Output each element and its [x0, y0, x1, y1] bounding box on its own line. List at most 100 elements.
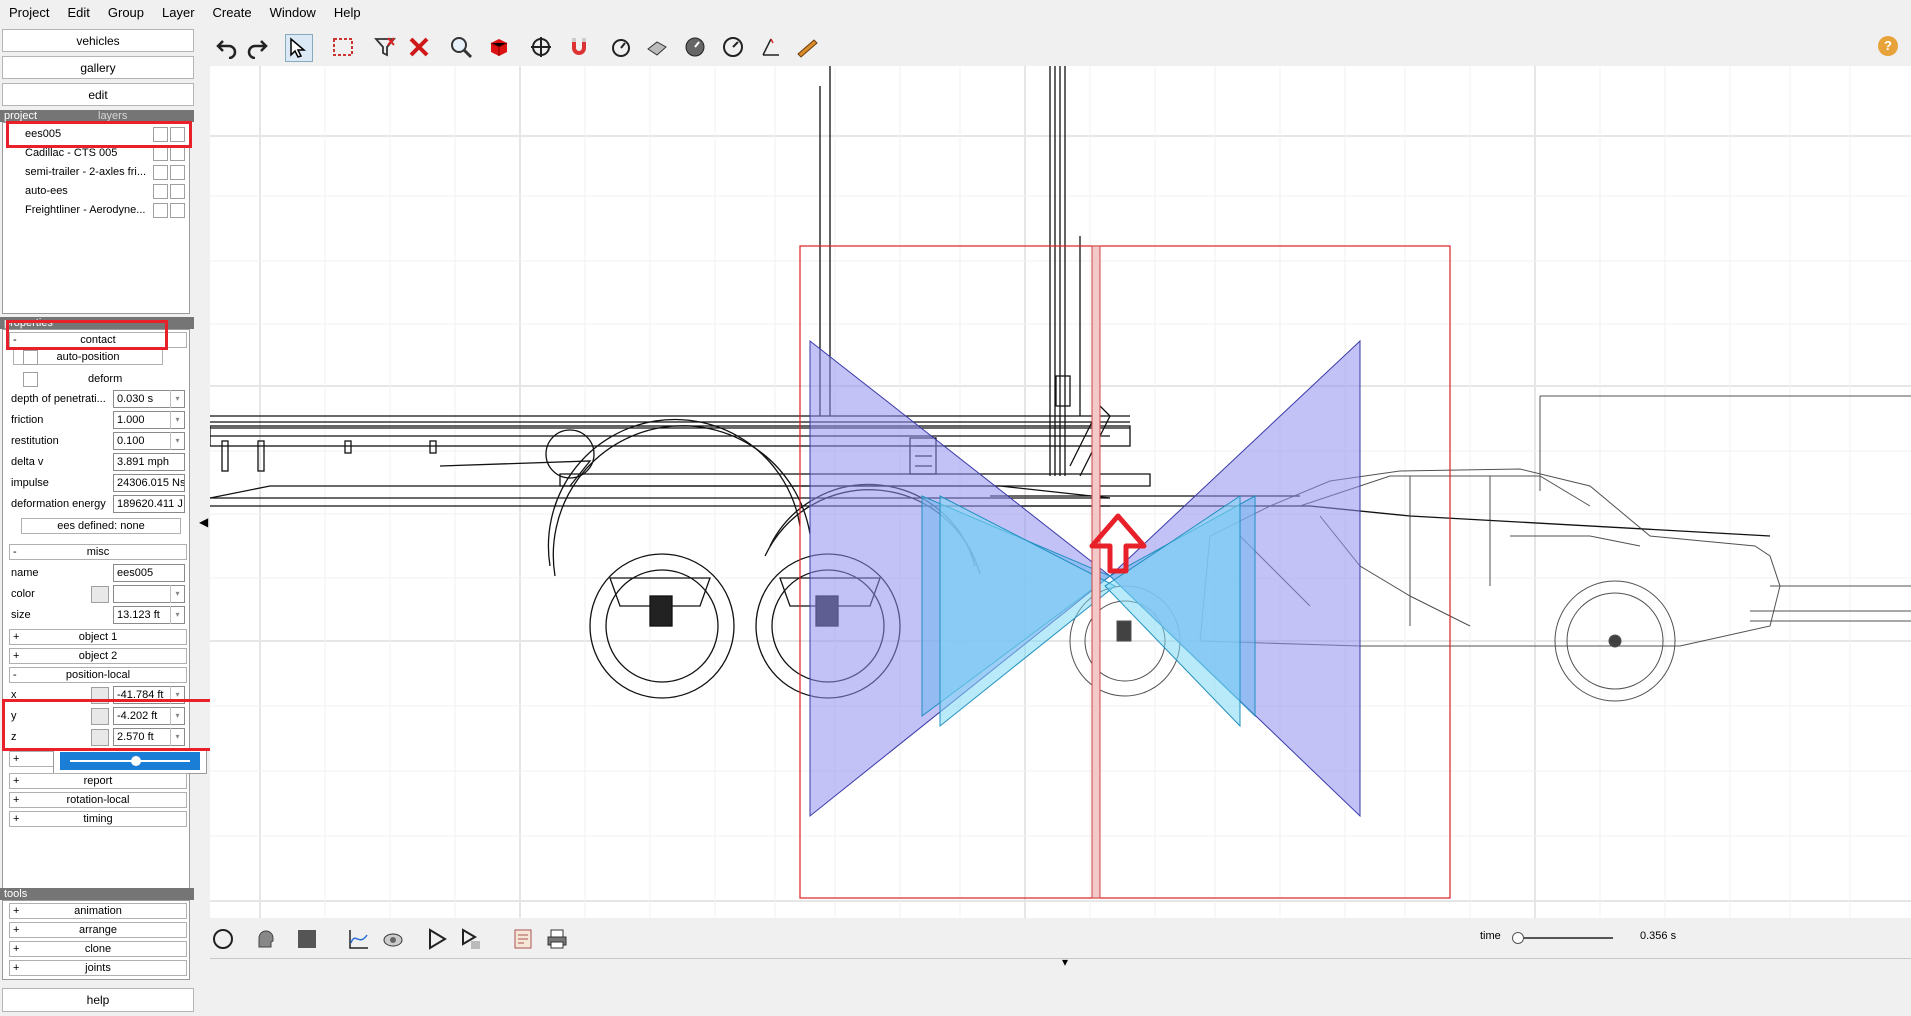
vehicles-button[interactable]: vehicles [2, 29, 194, 52]
time-slider[interactable] [1511, 932, 1613, 944]
play-icon[interactable] [424, 926, 450, 952]
visibility-checkbox[interactable] [153, 146, 168, 161]
expand-icon: + [13, 650, 20, 662]
menu-group[interactable]: Group [99, 0, 153, 26]
position-local-section[interactable]: - position-local [9, 667, 187, 683]
undo-icon[interactable] [214, 34, 240, 60]
lock-checkbox[interactable] [170, 203, 185, 218]
dial-icon[interactable] [682, 34, 708, 60]
menu-help[interactable]: Help [325, 0, 370, 26]
highlight-ees005 [6, 121, 192, 148]
visibility-checkbox[interactable] [153, 184, 168, 199]
slider-popup [53, 748, 207, 774]
object1-section[interactable]: + object 1 [9, 629, 187, 645]
timing-section[interactable]: + timing [9, 811, 187, 827]
ruler-icon[interactable] [794, 34, 820, 60]
misc-section[interactable]: - misc [9, 544, 187, 560]
time-slider-thumb[interactable] [1511, 932, 1524, 944]
lock-checkbox[interactable] [170, 165, 185, 180]
expand-icon: + [13, 753, 20, 765]
lock-checkbox[interactable] [170, 146, 185, 161]
tool-label: clone [84, 943, 112, 955]
menu-bar: Project Edit Group Layer Create Window H… [0, 0, 1911, 26]
expand-icon: + [13, 924, 20, 936]
measure-icon[interactable] [758, 34, 784, 60]
delete-icon[interactable] [406, 34, 432, 60]
menu-edit[interactable]: Edit [58, 0, 98, 26]
zoom-icon[interactable] [448, 34, 474, 60]
rectangle-select-icon[interactable] [330, 34, 356, 60]
expand-icon: + [13, 813, 20, 825]
collapse-icon: - [13, 546, 17, 558]
tool-label: animation [74, 905, 122, 917]
ees-defined-button[interactable]: ees defined: none [21, 518, 181, 534]
object1-label: object 1 [78, 631, 118, 643]
object2-label: object 2 [78, 650, 118, 662]
spin-icon[interactable]: ▾ [170, 432, 184, 450]
scene-canvas[interactable] [210, 66, 1911, 918]
menu-project[interactable]: Project [0, 0, 58, 26]
tool-clone[interactable]: + clone [9, 941, 187, 957]
slider-track [70, 760, 190, 762]
filter-icon[interactable] [372, 34, 398, 60]
tool-arrange[interactable]: + arrange [9, 922, 187, 938]
rotation-local-section[interactable]: + rotation-local [9, 792, 187, 808]
object2-section[interactable]: + object 2 [9, 648, 187, 664]
project-item-freightliner[interactable]: Freightliner - Aerodyne... [25, 202, 150, 218]
collapse-panel-icon[interactable]: ◀ [199, 512, 209, 532]
play-record-icon[interactable] [458, 926, 484, 952]
deform-checkbox[interactable] [23, 372, 38, 387]
left-panel: vehicles gallery edit project layers ees… [0, 26, 207, 1015]
fill-square-icon[interactable] [294, 926, 320, 952]
help-icon[interactable]: ? [1878, 36, 1898, 56]
slider-thumb[interactable] [131, 756, 141, 766]
spin-icon[interactable]: ▾ [170, 585, 184, 603]
circle-icon[interactable] [210, 926, 236, 952]
gauge-icon[interactable] [608, 34, 634, 60]
edit-button[interactable]: edit [2, 83, 194, 106]
cube-icon[interactable] [486, 34, 512, 60]
time-value: 0.356 s [1640, 930, 1677, 942]
menu-layer[interactable]: Layer [153, 0, 204, 26]
spin-icon[interactable]: ▾ [170, 606, 184, 624]
impulse-value: 24306.015 Ns [113, 474, 185, 492]
print-icon[interactable] [544, 926, 570, 952]
project-item-auto-ees[interactable]: auto-ees [25, 183, 150, 199]
z-slider[interactable] [60, 752, 200, 770]
expand-down-icon[interactable]: ▾ [1062, 955, 1068, 969]
project-item-semi-trailer[interactable]: semi-trailer - 2-axles fri... [25, 164, 150, 180]
auto-position-checkbox[interactable] [23, 350, 38, 365]
speedometer-icon[interactable] [720, 34, 746, 60]
report-section[interactable]: + report [9, 773, 187, 789]
tool-joints[interactable]: + joints [9, 960, 187, 976]
report-icon[interactable] [510, 926, 536, 952]
name-label: name [11, 567, 39, 579]
name-input[interactable]: ees005 [113, 564, 185, 582]
deformation-energy-label: deformation energy [11, 498, 106, 510]
head-icon[interactable] [252, 926, 278, 952]
help-button[interactable]: help [2, 988, 194, 1012]
project-list: ees005 Cadillac - CTS 005 semi-trailer -… [2, 122, 190, 314]
tool-animation[interactable]: + animation [9, 903, 187, 919]
size-label: size [11, 609, 31, 621]
scene-drawing [210, 66, 1911, 918]
report-label: report [83, 775, 113, 787]
menu-window[interactable]: Window [261, 0, 325, 26]
magnet-icon[interactable] [566, 34, 592, 60]
spin-icon[interactable]: ▾ [170, 411, 184, 429]
select-tool-icon[interactable] [285, 34, 313, 62]
color-swatch[interactable] [91, 586, 109, 603]
spin-icon[interactable]: ▾ [170, 390, 184, 408]
timing-label: timing [83, 813, 113, 825]
lock-checkbox[interactable] [170, 184, 185, 199]
visibility-checkbox[interactable] [153, 203, 168, 218]
gallery-button[interactable]: gallery [2, 56, 194, 79]
surface-icon[interactable] [644, 34, 670, 60]
menu-create[interactable]: Create [204, 0, 261, 26]
camera-orbit-icon[interactable] [380, 926, 406, 952]
redo-icon[interactable] [244, 34, 270, 60]
move-icon[interactable] [528, 34, 554, 60]
highlight-auto-position [6, 320, 168, 350]
visibility-checkbox[interactable] [153, 165, 168, 180]
graph-icon[interactable] [346, 926, 372, 952]
